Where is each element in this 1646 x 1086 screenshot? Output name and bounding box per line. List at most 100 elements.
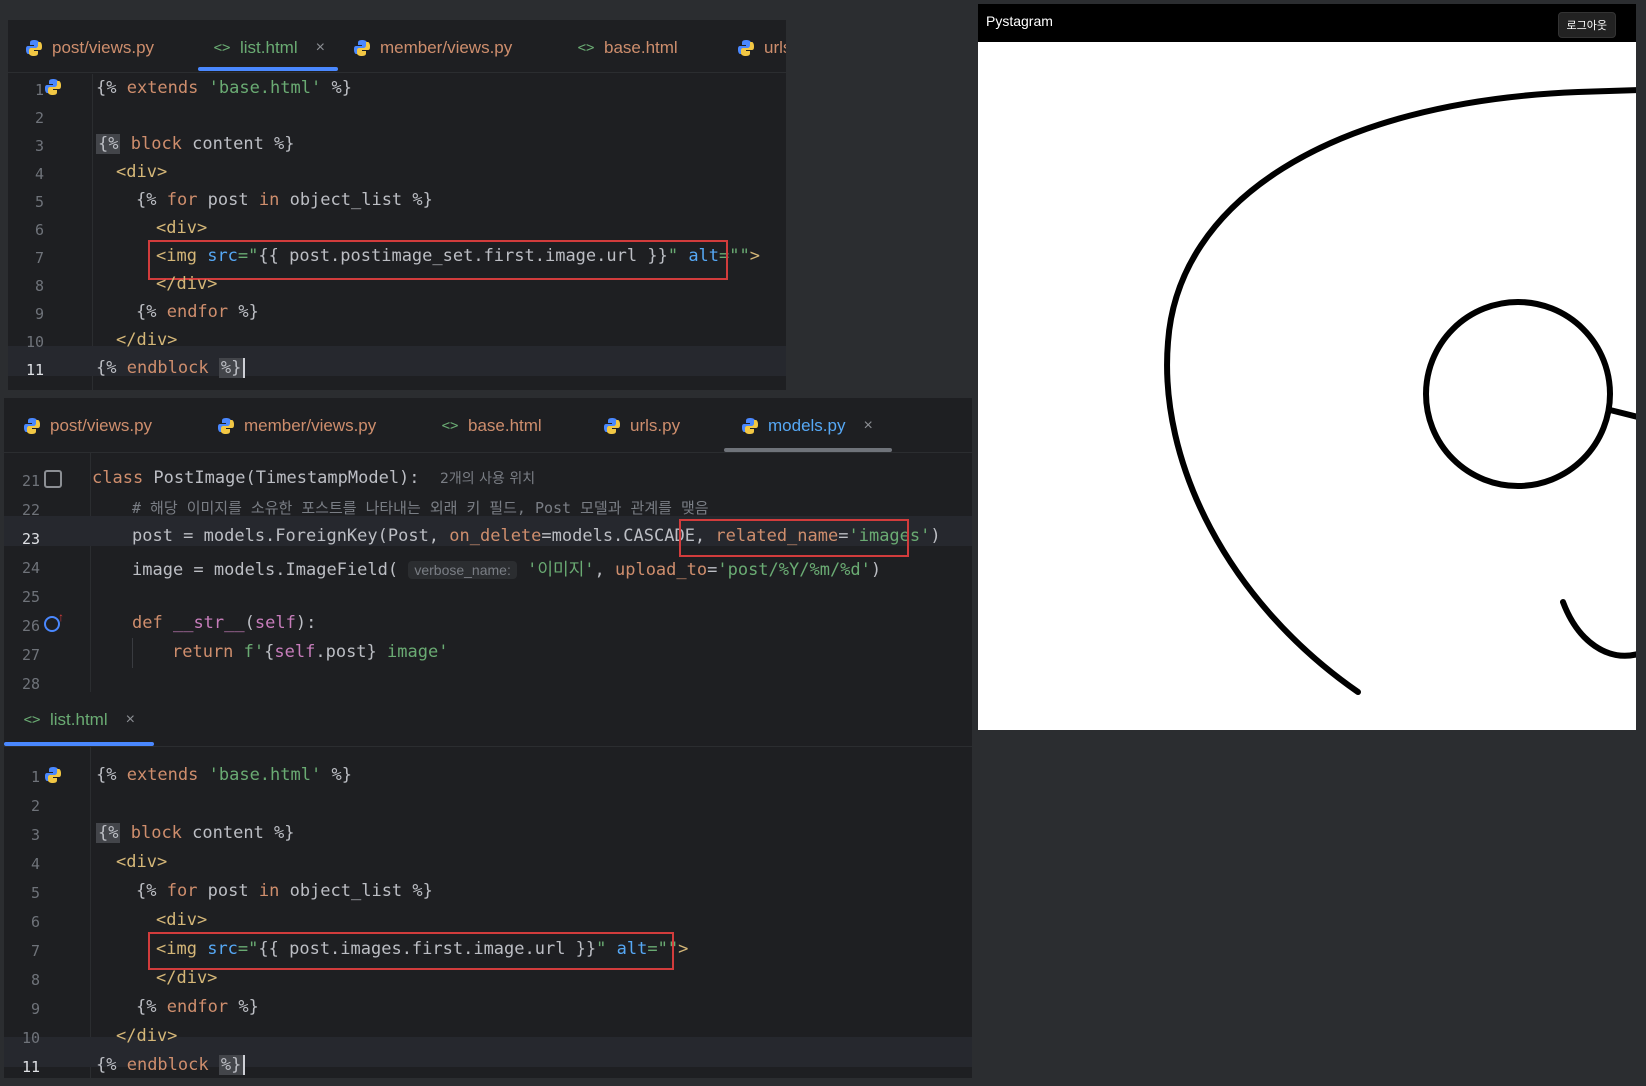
code-line: image = models.ImageField( verbose_name:… bbox=[132, 560, 882, 580]
close-icon[interactable]: × bbox=[126, 711, 135, 729]
python-icon bbox=[602, 416, 622, 436]
python-icon bbox=[24, 38, 44, 58]
logout-button[interactable]: 로그아웃 bbox=[1557, 12, 1616, 38]
tab-label: list.html bbox=[50, 710, 108, 729]
tab-base-html[interactable]: <> base.html bbox=[440, 416, 542, 436]
tab-label: base.html bbox=[604, 38, 678, 57]
tab-models[interactable]: models.py × bbox=[740, 416, 873, 436]
line-number: 22 bbox=[21, 501, 40, 519]
editor-panel-bottom: <> list.html × 1 2 3 4 5 6 7 8 9 10 11 {… bbox=[4, 692, 972, 1078]
code-line: </div> bbox=[116, 330, 178, 350]
line-number: 28 bbox=[21, 675, 40, 692]
indent-guide bbox=[132, 638, 133, 668]
tab-bar: post/views.py <> list.html × member/view… bbox=[8, 20, 786, 73]
line-number: 10 bbox=[21, 1029, 40, 1047]
html-icon: <> bbox=[577, 40, 595, 56]
code-line: {% block content %} bbox=[96, 823, 295, 843]
html-icon: <> bbox=[441, 418, 459, 434]
line-number: 25 bbox=[21, 588, 40, 606]
line-number: 23 bbox=[21, 530, 40, 548]
python-icon bbox=[44, 78, 62, 101]
python-icon bbox=[736, 38, 756, 58]
code-line: {% endblock %} bbox=[96, 358, 246, 378]
close-icon[interactable]: × bbox=[863, 417, 872, 435]
code-line: {% extends 'base.html' %} bbox=[96, 78, 352, 98]
html-icon: <> bbox=[23, 712, 41, 728]
highlight-box bbox=[148, 932, 674, 970]
code-line: {% for post in object_list %} bbox=[136, 881, 433, 901]
line-number: 8 bbox=[30, 971, 40, 989]
line-number: 8 bbox=[34, 277, 44, 295]
line-number: 4 bbox=[34, 165, 44, 183]
tab-bar: <> list.html × bbox=[4, 692, 972, 747]
line-number: 5 bbox=[30, 884, 40, 902]
tab-label: post/views.py bbox=[52, 38, 155, 57]
line-number: 7 bbox=[30, 942, 40, 960]
code-line: {% extends 'base.html' %} bbox=[96, 765, 352, 785]
line-number: 6 bbox=[30, 913, 40, 931]
tab-urls[interactable]: urls bbox=[736, 38, 786, 58]
python-icon bbox=[22, 416, 42, 436]
tab-list-html[interactable]: <> list.html × bbox=[212, 38, 325, 58]
code-area[interactable]: 1 2 3 4 5 6 7 8 9 10 11 {% extends 'base… bbox=[4, 746, 972, 1078]
code-area[interactable]: 1 2 3 4 5 6 7 8 9 10 11 {% extends 'base… bbox=[8, 74, 786, 390]
code-line: {% block content %} bbox=[96, 134, 295, 154]
tab-bar: post/views.py member/views.py <> base.ht… bbox=[4, 398, 972, 453]
tab-base-html[interactable]: <> base.html bbox=[576, 38, 678, 58]
code-area[interactable]: 21 22 23 24 25 26 27 28 ↑ class PostImag… bbox=[4, 452, 972, 692]
line-number: 21 bbox=[21, 472, 40, 490]
python-icon bbox=[740, 416, 760, 436]
code-line: {% endblock %} bbox=[96, 1055, 246, 1075]
code-line: </div> bbox=[156, 968, 218, 988]
line-number: 6 bbox=[34, 221, 44, 239]
tab-urls[interactable]: urls.py bbox=[602, 416, 680, 436]
tab-member-views[interactable]: member/views.py bbox=[352, 38, 512, 58]
editor-panel-top: post/views.py <> list.html × member/view… bbox=[8, 20, 786, 390]
code-line: return f'{self.post} image' bbox=[172, 642, 449, 662]
gutter-divider bbox=[90, 452, 91, 692]
text-caret bbox=[243, 358, 246, 378]
active-tab-indicator bbox=[198, 67, 338, 71]
line-number: 3 bbox=[30, 826, 40, 844]
line-number: 1 bbox=[34, 81, 44, 99]
highlight-box bbox=[148, 240, 728, 280]
tab-member-views[interactable]: member/views.py bbox=[216, 416, 376, 436]
tab-label: post/views.py bbox=[50, 416, 153, 435]
code-line: <div> bbox=[116, 852, 168, 872]
browser-preview: Pystagram 로그아웃 bbox=[978, 4, 1636, 730]
text-caret bbox=[243, 1055, 246, 1075]
line-number: 24 bbox=[21, 559, 40, 577]
line-number: 7 bbox=[34, 249, 44, 267]
implementation-icon bbox=[44, 470, 62, 488]
code-line: {% for post in object_list %} bbox=[136, 190, 433, 210]
code-line: </div> bbox=[116, 1026, 178, 1046]
tab-post-views[interactable]: post/views.py bbox=[22, 416, 152, 436]
tab-label: base.html bbox=[468, 416, 542, 435]
tab-label: member/views.py bbox=[244, 416, 377, 435]
site-header: Pystagram 로그아웃 bbox=[978, 4, 1636, 42]
tab-post-views[interactable]: post/views.py bbox=[24, 38, 154, 58]
line-number: 5 bbox=[34, 193, 44, 211]
line-number: 1 bbox=[30, 768, 40, 786]
code-line: <div> bbox=[116, 162, 168, 182]
close-icon[interactable]: × bbox=[316, 39, 325, 57]
editor-panel-middle: post/views.py member/views.py <> base.ht… bbox=[4, 398, 972, 692]
line-number: 9 bbox=[30, 1000, 40, 1018]
tab-list-html[interactable]: <> list.html × bbox=[22, 710, 135, 730]
usage-hint[interactable]: 2개의 사용 위치 bbox=[440, 471, 535, 487]
highlight-box bbox=[679, 519, 909, 557]
line-number: 2 bbox=[34, 109, 44, 127]
html-icon: <> bbox=[213, 40, 231, 56]
code-line: {% endfor %} bbox=[136, 302, 259, 322]
python-icon bbox=[352, 38, 372, 58]
code-line: class PostImage(TimestampModel): 2개의 사용 … bbox=[92, 468, 536, 488]
line-number: 3 bbox=[34, 137, 44, 155]
override-arrow-icon: ↑ bbox=[58, 610, 64, 624]
python-icon bbox=[216, 416, 236, 436]
line-number: 10 bbox=[25, 333, 44, 351]
code-comment: # 해당 이미지를 소유한 포스트를 나타내는 외래 키 필드, Post 모델… bbox=[132, 499, 709, 517]
gutter-divider bbox=[90, 746, 91, 1078]
tab-label: models.py bbox=[768, 416, 846, 435]
line-number: 11 bbox=[21, 1058, 40, 1076]
site-title[interactable]: Pystagram bbox=[986, 13, 1053, 29]
